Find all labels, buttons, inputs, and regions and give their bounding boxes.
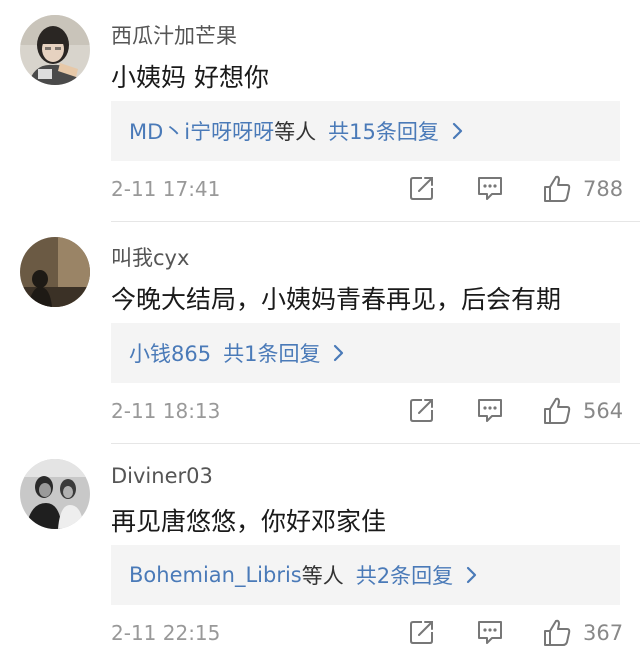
comment-icon (478, 399, 502, 422)
comment-username[interactable]: Diviner03 (111, 464, 213, 488)
reply-count[interactable]: 共15条回复 (328, 116, 439, 146)
comment-item: Diviner03 再见唐悠悠，你好邓家佳 Bohemian_Libris 等人… (0, 444, 640, 671)
comment-item: 西瓜汁加芒果 小姨妈 好想你 MD丶i宁呀呀呀 等人 共15条回复 2-11 1… (0, 0, 640, 222)
reply-button[interactable] (475, 617, 505, 651)
like-button[interactable]: 788 (541, 173, 623, 205)
thumbs-up-icon (544, 397, 571, 424)
avatar[interactable] (20, 459, 90, 529)
comment-time: 2-11 22:15 (111, 621, 221, 645)
share-icon (410, 177, 433, 200)
reply-count[interactable]: 共1条回复 (223, 338, 320, 368)
avatar[interactable] (20, 237, 90, 307)
comment-text: 小姨妈 好想你 (111, 63, 269, 92)
comment-icon (478, 177, 502, 200)
share-button[interactable] (407, 617, 437, 651)
thumbs-up-icon (544, 619, 571, 646)
comment-text: 今晚大结局，小姨妈青春再见，后会有期 (111, 285, 562, 314)
comment-text: 再见唐悠悠，你好邓家佳 (111, 507, 387, 536)
reply-button[interactable] (475, 173, 505, 207)
reply-button[interactable] (475, 395, 505, 429)
share-button[interactable] (407, 173, 437, 207)
avatar-image (20, 459, 90, 529)
like-button[interactable]: 564 (541, 395, 623, 427)
comment-meta: 2-11 22:15 367 (111, 617, 623, 653)
reply-names[interactable]: 小钱865 (129, 338, 211, 368)
comment-meta: 2-11 18:13 564 (111, 395, 623, 431)
thumbs-up-icon (544, 175, 571, 202)
comment-username[interactable]: 西瓜汁加芒果 (111, 20, 237, 50)
replies-preview[interactable]: 小钱865 共1条回复 (111, 323, 620, 383)
replies-preview[interactable]: MD丶i宁呀呀呀 等人 共15条回复 (111, 101, 620, 161)
chevron-right-icon (467, 566, 477, 584)
comment-icon (478, 621, 502, 644)
reply-suffix: 等人 (274, 120, 317, 144)
reply-suffix: 等人 (301, 564, 344, 588)
reply-names[interactable]: MD丶i宁呀呀呀 (129, 116, 274, 146)
chevron-right-icon (334, 344, 344, 362)
like-count: 564 (583, 399, 624, 423)
comment-item: 叫我cyx 今晚大结局，小姨妈青春再见，后会有期 小钱865 共1条回复 2-1… (0, 222, 640, 444)
comment-username[interactable]: 叫我cyx (111, 242, 189, 272)
reply-count[interactable]: 共2条回复 (356, 560, 453, 590)
share-icon (410, 621, 433, 644)
like-count: 788 (583, 177, 624, 201)
like-button[interactable]: 367 (541, 617, 623, 649)
comment-time: 2-11 17:41 (111, 177, 221, 201)
replies-preview[interactable]: Bohemian_Libris 等人 共2条回复 (111, 545, 620, 605)
avatar-image (20, 237, 90, 307)
comment-time: 2-11 18:13 (111, 399, 221, 423)
comment-meta: 2-11 17:41 788 (111, 173, 623, 209)
avatar[interactable] (20, 15, 90, 85)
chevron-right-icon (452, 122, 462, 140)
avatar-image (20, 15, 90, 85)
reply-names[interactable]: Bohemian_Libris (129, 563, 302, 587)
share-button[interactable] (407, 395, 437, 429)
like-count: 367 (583, 621, 624, 645)
share-icon (410, 399, 433, 422)
